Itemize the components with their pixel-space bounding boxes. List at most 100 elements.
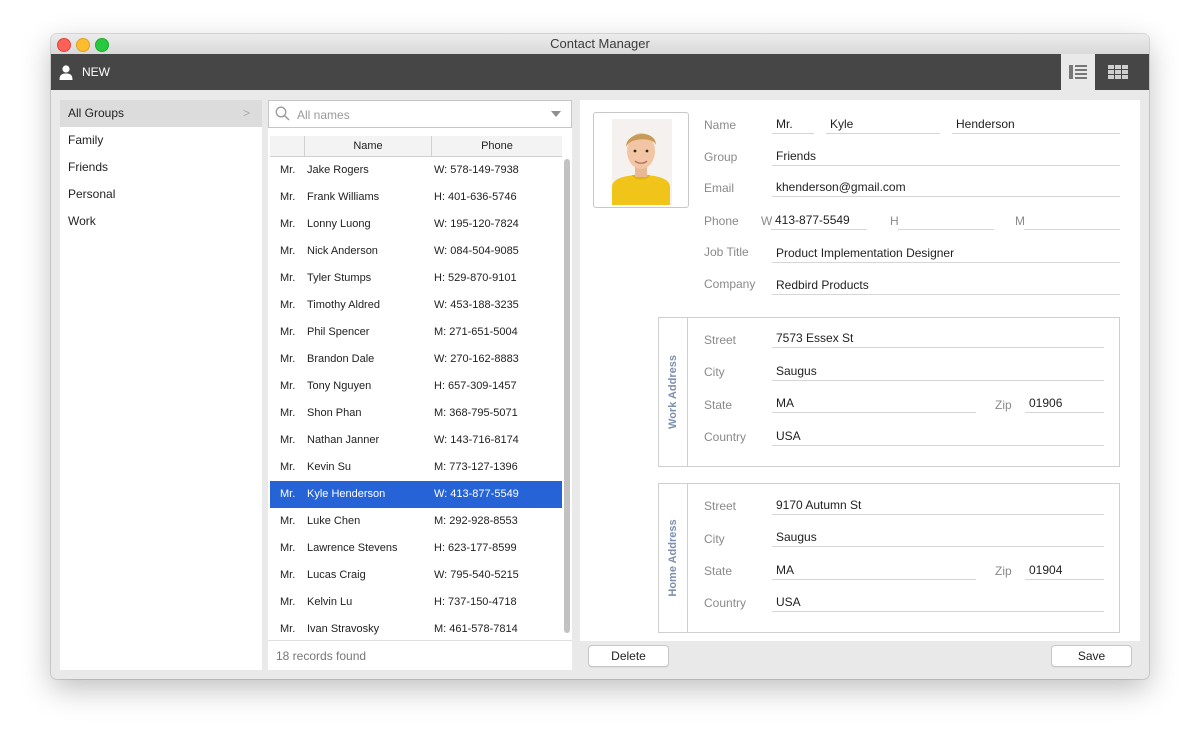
new-contact-label: NEW (82, 65, 110, 79)
row-name: Ivan Stravosky (307, 623, 380, 635)
home-zip-field[interactable]: 01904 (1025, 560, 1104, 580)
list-item[interactable]: Mr. Kelvin Lu H: 737-150-4718 (270, 589, 562, 616)
list-scrollbar[interactable] (564, 159, 570, 633)
group-item-family[interactable]: Family (60, 127, 262, 154)
company-field[interactable]: Redbird Products (772, 275, 1120, 295)
group-field[interactable]: Friends (772, 146, 1120, 166)
work-state-field[interactable]: MA (772, 393, 976, 413)
contact-list-panel: Name Phone Mr. Jake Rogers W: 578-149-7938… (268, 100, 572, 670)
row-title: Mr. (280, 407, 296, 419)
row-phone: H: 401-636-5746 (434, 191, 517, 203)
search-box[interactable] (268, 100, 572, 128)
row-phone: M: 368-795-5071 (434, 407, 518, 419)
home-address-section: Home Address Street 9170 Autumn St City … (658, 483, 1120, 633)
group-item-personal[interactable]: Personal (60, 181, 262, 208)
phone-work-field[interactable]: 413-877-5549 (771, 210, 867, 230)
row-phone: M: 461-578-7814 (434, 623, 518, 635)
group-label: Group (704, 150, 738, 164)
phone-home-field[interactable] (898, 210, 994, 230)
list-item[interactable]: Mr. Ivan Stravosky M: 461-578-7814 (270, 616, 562, 639)
work-street-field[interactable]: 7573 Essex St (772, 328, 1104, 348)
list-item[interactable]: Mr. Frank Williams H: 401-636-5746 (270, 184, 562, 211)
grid-view-icon (1108, 65, 1128, 79)
list-item[interactable]: Mr. Tyler Stumps H: 529-870-9101 (270, 265, 562, 292)
work-city-field[interactable]: Saugus (772, 361, 1104, 381)
form-view-button[interactable] (1061, 54, 1095, 90)
grid-view-button[interactable] (1101, 54, 1135, 90)
group-item-friends[interactable]: Friends (60, 154, 262, 181)
list-item[interactable]: Mr. Lonny Luong W: 195-120-7824 (270, 211, 562, 238)
work-zip-field[interactable]: 01906 (1025, 393, 1104, 413)
list-item[interactable]: Mr. Nick Anderson W: 084-504-9085 (270, 238, 562, 265)
email-field[interactable]: khenderson@gmail.com (772, 177, 1120, 197)
row-name: Jake Rogers (307, 164, 369, 176)
name-label: Name (704, 118, 737, 132)
row-phone: W: 270-162-8883 (434, 353, 519, 365)
app-window: Contact Manager NEW All Groups > Family … (51, 34, 1149, 679)
list-item[interactable]: Mr. Luke Chen M: 292-928-8553 (270, 508, 562, 535)
row-phone: W: 195-120-7824 (434, 218, 519, 230)
row-name: Nathan Janner (307, 434, 380, 446)
list-item[interactable]: Mr. Timothy Aldred W: 453-188-3235 (270, 292, 562, 319)
home-state-field[interactable]: MA (772, 560, 976, 580)
list-item[interactable]: Mr. Brandon Dale W: 270-162-8883 (270, 346, 562, 373)
row-name: Tyler Stumps (307, 272, 372, 284)
list-item[interactable]: Mr. Shon Phan M: 368-795-5071 (270, 400, 562, 427)
phone-column-header[interactable]: Phone (432, 136, 562, 156)
row-name: Phil Spencer (307, 326, 370, 338)
home-zip-label: Zip (995, 564, 1012, 578)
groups-sidebar: All Groups > Family Friends Personal Wor… (60, 100, 262, 670)
chevron-down-icon[interactable] (551, 111, 561, 117)
group-label: All Groups (68, 106, 125, 120)
first-name-field[interactable]: Kyle (826, 114, 940, 134)
row-name: Brandon Dale (307, 353, 375, 365)
list-item[interactable]: Mr. Phil Spencer M: 271-651-5004 (270, 319, 562, 346)
home-city-field[interactable]: Saugus (772, 527, 1104, 547)
row-name: Kevin Su (307, 461, 352, 473)
row-phone: W: 413-877-5549 (434, 488, 519, 500)
name-column-header[interactable]: Name (305, 136, 432, 156)
phone-mobile-field[interactable] (1024, 210, 1120, 230)
minimize-window-button[interactable] (76, 38, 90, 52)
group-item-all-groups[interactable]: All Groups > (60, 100, 262, 127)
row-title: Mr. (280, 245, 296, 257)
work-country-field[interactable]: USA (772, 426, 1104, 446)
last-name-field[interactable]: Henderson (952, 114, 1120, 134)
search-input[interactable] (295, 105, 549, 125)
title-field[interactable]: Mr. (772, 114, 814, 134)
group-label: Work (68, 214, 96, 228)
row-name: Luke Chen (307, 515, 361, 527)
list-item[interactable]: Mr. Lawrence Stevens H: 623-177-8599 (270, 535, 562, 562)
row-phone: W: 084-504-9085 (434, 245, 519, 257)
row-phone: M: 271-651-5004 (434, 326, 518, 338)
zoom-window-button[interactable] (95, 38, 109, 52)
list-item[interactable]: Mr. Nathan Janner W: 143-716-8174 (270, 427, 562, 454)
save-button[interactable]: Save (1051, 645, 1132, 667)
list-item[interactable]: Mr. Lucas Craig W: 795-540-5215 (270, 562, 562, 589)
list-item-selected[interactable]: Mr. Kyle Henderson W: 413-877-5549 (270, 481, 562, 508)
close-window-button[interactable] (57, 38, 71, 52)
job-title-label: Job Title (704, 245, 749, 259)
work-city-label: City (704, 365, 725, 379)
row-phone: H: 623-177-8599 (434, 542, 517, 554)
home-country-field[interactable]: USA (772, 592, 1104, 612)
work-zip-label: Zip (995, 398, 1012, 412)
row-title: Mr. (280, 353, 296, 365)
list-item[interactable]: Mr. Kevin Su M: 773-127-1396 (270, 454, 562, 481)
title-bar[interactable]: Contact Manager (51, 34, 1149, 55)
group-label: Family (68, 133, 104, 147)
list-item[interactable]: Mr. Jake Rogers W: 578-149-7938 (270, 157, 562, 184)
group-item-work[interactable]: Work (60, 208, 262, 235)
list-item[interactable]: Mr. Tony Nguyen H: 657-309-1457 (270, 373, 562, 400)
row-title: Mr. (280, 569, 296, 581)
chevron-right-icon: > (242, 106, 250, 120)
home-street-field[interactable]: 9170 Autumn St (772, 495, 1104, 515)
contact-photo[interactable] (593, 112, 689, 208)
phone-label: Phone (704, 214, 739, 228)
title-column-header[interactable] (270, 136, 305, 156)
row-phone: W: 578-149-7938 (434, 164, 519, 176)
new-contact-button[interactable]: NEW (59, 54, 110, 90)
job-title-field[interactable]: Product Implementation Designer (772, 243, 1120, 263)
delete-button[interactable]: Delete (588, 645, 669, 667)
row-phone: H: 529-870-9101 (434, 272, 517, 284)
